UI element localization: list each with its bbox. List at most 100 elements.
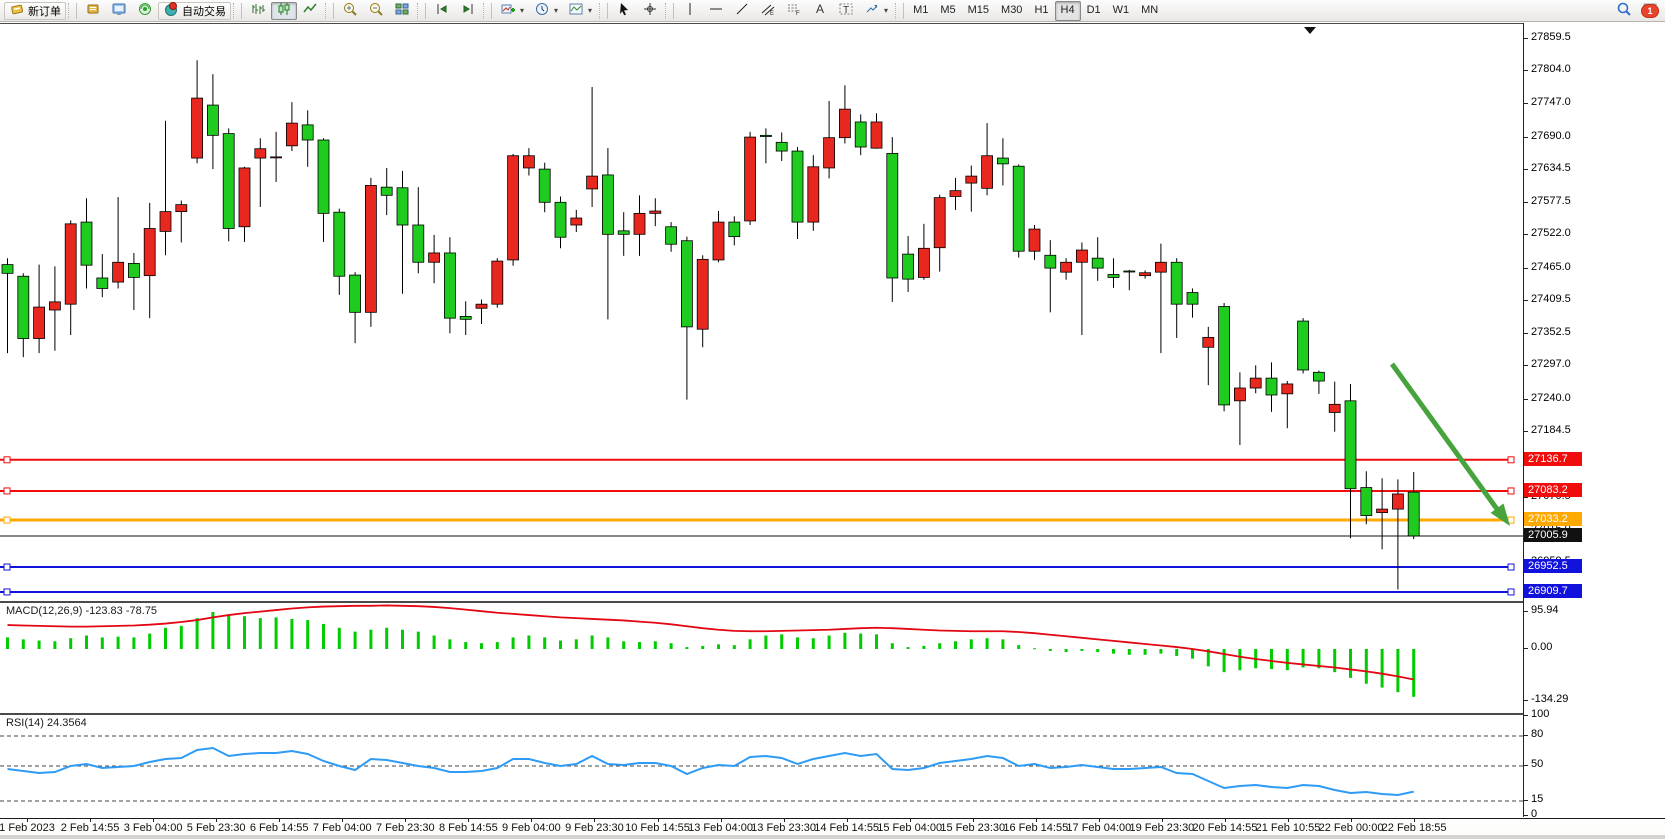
rsi-label: RSI(14) 24.3564 xyxy=(6,717,87,729)
macd-histogram-bar xyxy=(954,641,957,649)
macd-histogram-bar xyxy=(117,637,120,649)
line-handle[interactable] xyxy=(4,564,10,570)
dropdown-caret-icon[interactable]: ▾ xyxy=(520,6,524,15)
line-chart-button[interactable] xyxy=(297,2,323,20)
axis-tick-label: 27352.5 xyxy=(1531,326,1571,338)
axis-tick-mark xyxy=(1523,815,1528,816)
macd-histogram-bar xyxy=(132,637,135,649)
fibonacci-button[interactable]: F xyxy=(781,2,807,20)
candlestick-chart[interactable] xyxy=(0,24,1523,601)
timeframe-m30[interactable]: M30 xyxy=(995,1,1028,21)
templates-button[interactable]: ▾ xyxy=(563,2,597,20)
timeframe-m1[interactable]: M1 xyxy=(907,1,934,21)
timeframe-mn[interactable]: MN xyxy=(1135,1,1164,21)
candle xyxy=(113,262,124,282)
macd-histogram-bar xyxy=(433,636,436,649)
zoom-out-button[interactable] xyxy=(363,2,389,20)
macd-histogram-bar xyxy=(85,636,88,649)
axis-tick-mark xyxy=(1523,765,1528,766)
axis-tick-label: 100 xyxy=(1531,708,1549,720)
auto-scroll-button[interactable] xyxy=(429,2,455,20)
periods-button[interactable]: ▾ xyxy=(529,2,563,20)
macd-histogram-bar xyxy=(180,626,183,649)
timeframe-m15[interactable]: M15 xyxy=(962,1,995,21)
timeframe-h4[interactable]: H4 xyxy=(1055,1,1081,21)
dropdown-caret-icon[interactable]: ▾ xyxy=(554,6,558,15)
line-handle[interactable] xyxy=(1508,589,1514,595)
line-handle[interactable] xyxy=(1508,488,1514,494)
crosshair-button[interactable] xyxy=(637,2,663,20)
axis-tick-mark xyxy=(1523,399,1528,400)
notifications-button[interactable]: 1 xyxy=(1637,2,1663,20)
timeframe-d1[interactable]: D1 xyxy=(1081,1,1107,21)
line-handle[interactable] xyxy=(4,457,10,463)
new-order-button[interactable]: 新订单 xyxy=(4,2,66,20)
search-button[interactable] xyxy=(1611,2,1637,20)
axis-tick-mark xyxy=(1523,38,1528,39)
axis-tick-label: 50 xyxy=(1531,758,1543,770)
auto-trading-button[interactable]: 自动交易 xyxy=(158,2,231,20)
line-handle[interactable] xyxy=(4,589,10,595)
candle xyxy=(81,222,92,265)
macd-histogram-bar xyxy=(22,639,25,649)
axis-tick-mark xyxy=(1523,103,1528,104)
trendline-button[interactable] xyxy=(729,2,755,20)
dropdown-caret-icon[interactable]: ▾ xyxy=(884,6,888,15)
candle xyxy=(239,168,250,227)
equidistant-channel-button[interactable]: E xyxy=(755,2,781,20)
candle xyxy=(602,175,613,234)
axis-tick-label: 27577.5 xyxy=(1531,195,1571,207)
macd-histogram-bar xyxy=(164,628,167,649)
candle xyxy=(903,254,914,279)
indicators-button[interactable]: ▾ xyxy=(495,2,529,20)
toolbar: 新订单 自动交易 ▾ ▾ ▾ EFAT ▾ M1M5M15M30H1H4D1W1MN 1 xyxy=(0,0,1665,22)
main-chart-pane[interactable] xyxy=(0,23,1523,602)
candle xyxy=(334,212,345,276)
date-label: 10 Feb 14:55 xyxy=(625,822,690,834)
timeframe-h1[interactable]: H1 xyxy=(1028,1,1054,21)
timeframe-m5[interactable]: M5 xyxy=(934,1,961,21)
line-handle[interactable] xyxy=(1508,564,1514,570)
candle xyxy=(1108,274,1119,277)
date-axis[interactable]: 1 Feb 20232 Feb 14:553 Feb 04:005 Feb 23… xyxy=(0,818,1665,836)
zoom-in-button[interactable] xyxy=(337,2,363,20)
candle xyxy=(318,140,329,213)
line-handle[interactable] xyxy=(1508,457,1514,463)
candle xyxy=(1076,250,1087,262)
toolbar-separator xyxy=(599,3,608,19)
add-indicator-icon xyxy=(500,1,516,20)
signals-button[interactable] xyxy=(132,2,158,20)
bar-chart-button[interactable] xyxy=(245,2,271,20)
macd-histogram-bar xyxy=(1349,649,1352,678)
date-label: 22 Feb 00:00 xyxy=(1319,822,1384,834)
candle xyxy=(271,157,282,158)
candle xyxy=(1219,307,1230,405)
rsi-pane[interactable] xyxy=(0,714,1523,819)
terminal-button[interactable] xyxy=(106,2,132,20)
timeframe-w1[interactable]: W1 xyxy=(1107,1,1136,21)
accounts-button[interactable] xyxy=(80,2,106,20)
candle xyxy=(1266,378,1277,395)
macd-pane[interactable] xyxy=(0,602,1523,714)
horizontal-line-button[interactable] xyxy=(703,2,729,20)
line-handle[interactable] xyxy=(4,488,10,494)
arrows-button[interactable]: ▾ xyxy=(859,2,893,20)
rsi-chart[interactable] xyxy=(0,715,1523,818)
price-line-tag: 27033.2 xyxy=(1524,512,1582,526)
dropdown-caret-icon[interactable]: ▾ xyxy=(588,6,592,15)
chart-shift-marker-icon[interactable] xyxy=(1304,27,1316,34)
text-button[interactable]: A xyxy=(807,2,833,20)
candle xyxy=(1282,384,1293,394)
chart-shift-button[interactable] xyxy=(455,2,481,20)
date-label: 2 Feb 14:55 xyxy=(61,822,120,834)
macd-histogram-bar xyxy=(986,638,989,649)
line-handle[interactable] xyxy=(4,517,10,523)
cursor-button[interactable] xyxy=(611,2,637,20)
macd-histogram-bar xyxy=(480,643,483,649)
vertical-line-button[interactable] xyxy=(677,2,703,20)
line-handle[interactable] xyxy=(1508,517,1514,523)
candlestick-button[interactable] xyxy=(271,2,297,20)
text-label-button[interactable]: T xyxy=(833,2,859,20)
macd-chart[interactable] xyxy=(0,603,1523,713)
tile-windows-button[interactable] xyxy=(389,2,415,20)
